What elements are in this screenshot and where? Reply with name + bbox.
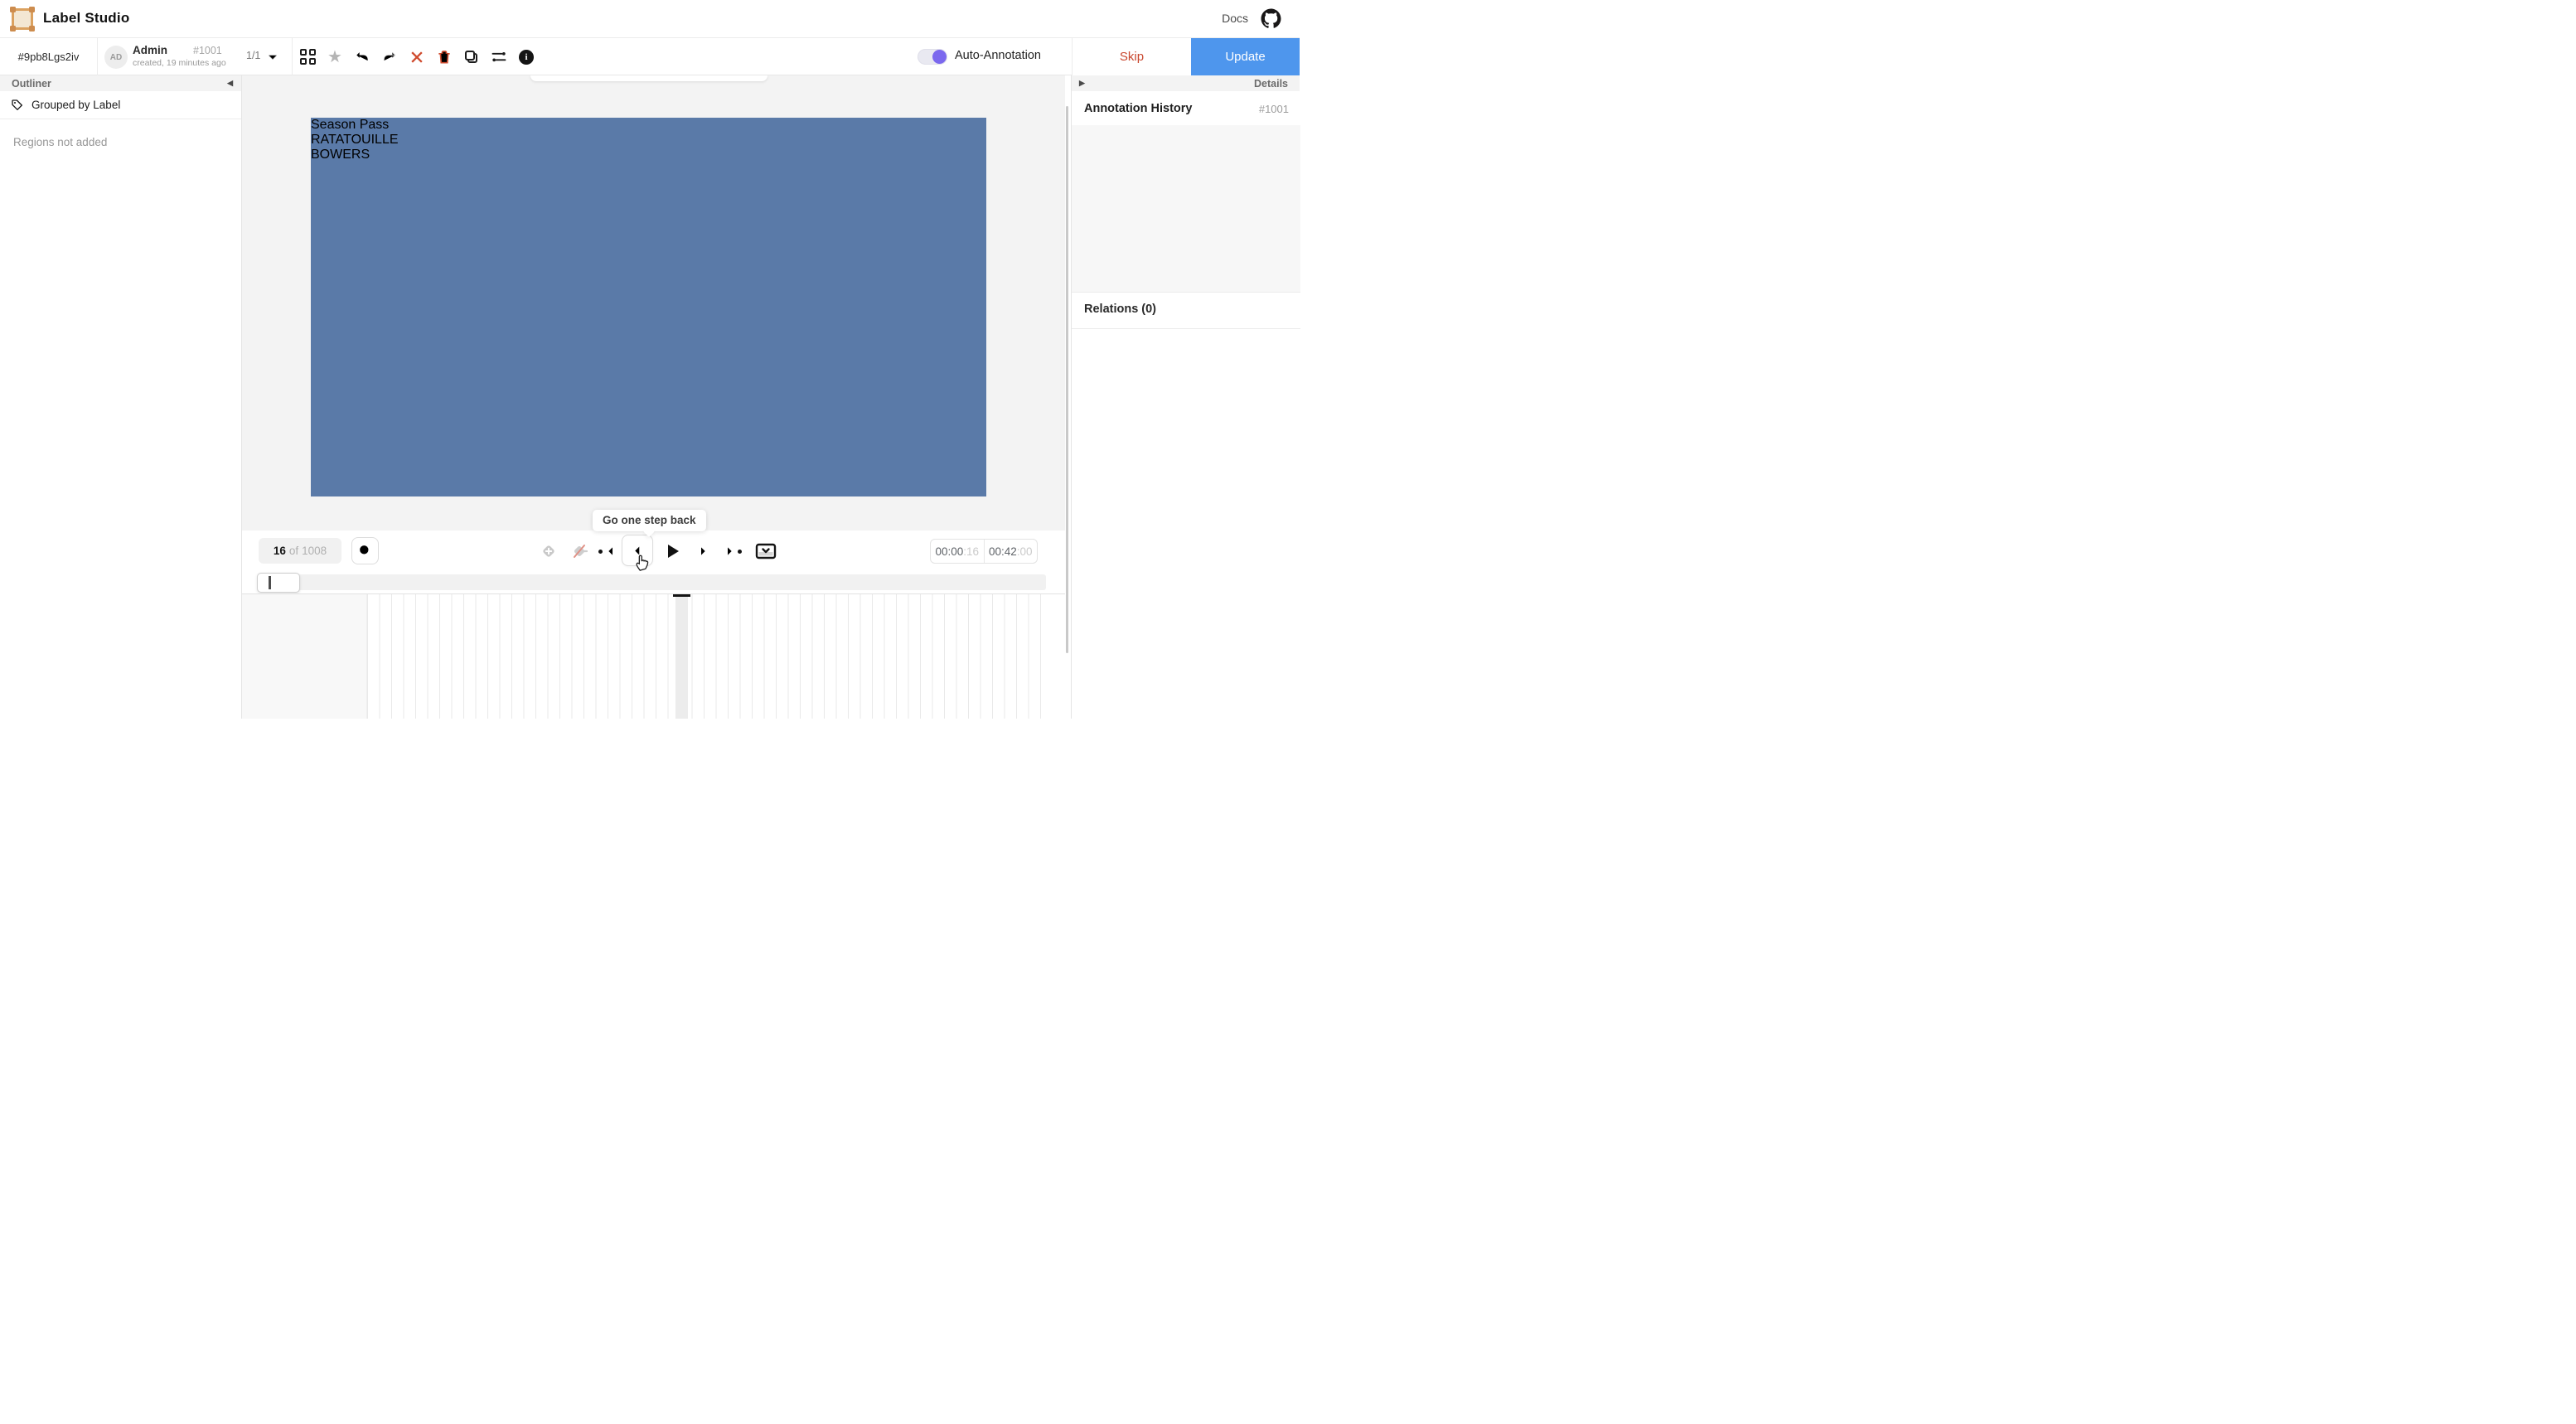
seek-row <box>242 572 1065 593</box>
timeline-playhead-marker[interactable] <box>673 594 690 597</box>
video-controls: 16 of 1008 <box>242 530 1065 572</box>
tag-icon <box>11 99 24 112</box>
frame-counter[interactable]: 16 of 1008 <box>259 538 341 564</box>
seek-position-caret <box>269 576 271 589</box>
annotation-history-row: Annotation History #1001 <box>1072 91 1300 115</box>
badge-line1: Season <box>311 118 356 132</box>
github-icon[interactable] <box>1261 8 1281 29</box>
reject-icon[interactable] <box>409 49 425 65</box>
zoom-in-button[interactable] <box>351 537 379 564</box>
auto-annotation-toggle[interactable] <box>918 49 947 65</box>
annotation-toolbar: #9pb8Lgs2iv AD Admin #1001 created, 19 m… <box>0 38 1300 75</box>
task-id-label[interactable]: #9pb8Lgs2iv <box>0 38 97 75</box>
toggle-knob <box>932 50 947 64</box>
outliner-title: Outliner <box>12 78 51 90</box>
time-display: 00:00:16 00:42:00 <box>930 539 1038 564</box>
keyframe-add-button[interactable] <box>536 530 561 572</box>
timeline-label-gutter <box>242 594 367 719</box>
timeline-frame-columns[interactable] <box>367 594 1046 719</box>
details-header: ▶ Details <box>1072 75 1300 91</box>
prev-keyframe-button[interactable] <box>593 530 622 572</box>
group-by-label-text: Grouped by Label <box>31 99 120 111</box>
time-current[interactable]: 00:00:16 <box>931 540 984 563</box>
details-title: Details <box>1254 78 1288 90</box>
vertical-scrollbar[interactable] <box>1066 106 1068 653</box>
update-button[interactable]: Update <box>1191 38 1300 75</box>
grid-view-icon[interactable] <box>299 49 316 65</box>
annotator-name: Admin <box>133 44 167 56</box>
trash-icon[interactable] <box>436 49 453 65</box>
annotation-history-id: #1001 <box>1259 103 1289 115</box>
auto-annotation-label: Auto-Annotation <box>955 49 1041 62</box>
docs-link[interactable]: Docs <box>1222 12 1248 25</box>
annotation-pager: 1/1 <box>246 50 260 61</box>
avatar[interactable]: AD <box>104 46 128 69</box>
app-title: Label Studio <box>43 10 129 27</box>
frame-total: 1008 <box>302 545 327 557</box>
outliner-header: Outliner ◀ <box>0 75 241 91</box>
divider <box>1072 328 1300 329</box>
undo-icon[interactable] <box>354 49 370 65</box>
video-season-pass-badge: Season Pass RATATOUILLEBOWERS <box>311 118 399 162</box>
skip-button[interactable]: Skip <box>1072 38 1191 75</box>
app-header: Label Studio Docs <box>0 0 1300 38</box>
star-icon[interactable]: ★ <box>327 49 343 65</box>
relations-title: Relations (0) <box>1084 303 1156 316</box>
regions-empty-text: Regions not added <box>0 119 241 148</box>
seek-track[interactable] <box>257 574 1046 590</box>
frames-config-button[interactable] <box>749 530 782 572</box>
annotation-id: #1001 <box>193 45 222 56</box>
collapse-right-icon[interactable]: ▶ <box>1079 79 1085 88</box>
keyframe-interpolation-button[interactable] <box>565 530 593 572</box>
step-forward-button[interactable] <box>690 530 716 572</box>
relations-icon[interactable] <box>491 49 507 65</box>
divider <box>97 38 98 75</box>
frames-timeline[interactable] <box>242 593 1065 719</box>
label-studio-logo-icon[interactable] <box>12 8 33 30</box>
collapse-left-icon[interactable]: ◀ <box>227 79 233 88</box>
annotation-history-title: Annotation History <box>1084 102 1193 115</box>
divider <box>292 38 293 75</box>
time-total[interactable]: 00:42:00 <box>984 540 1038 563</box>
badge-line2: Pass <box>360 118 390 132</box>
divider <box>1072 292 1300 293</box>
annotation-history-panel <box>1072 125 1300 292</box>
timeline-playhead-column[interactable] <box>675 594 688 719</box>
info-icon[interactable]: i <box>518 49 535 65</box>
annotation-workspace: Season Pass RATATOUILLEBOWERS Go one ste… <box>242 75 1065 719</box>
floating-toolbar-edge <box>530 75 767 81</box>
chevron-down-icon[interactable] <box>265 50 280 65</box>
mouse-cursor <box>633 552 651 572</box>
group-by-label-selector[interactable]: Grouped by Label <box>0 91 241 119</box>
redo-icon[interactable] <box>381 49 398 65</box>
outliner-panel: Outliner ◀ Grouped by Label Regions not … <box>0 75 242 719</box>
frame-current[interactable]: 16 <box>274 545 286 557</box>
next-keyframe-button[interactable] <box>718 530 746 572</box>
tooltip: Go one step back <box>593 510 706 531</box>
seek-handle[interactable] <box>257 573 300 593</box>
video-stage: Season Pass RATATOUILLEBOWERS Go one ste… <box>242 75 1065 530</box>
annotation-created: created, 19 minutes ago <box>133 58 226 68</box>
duplicate-icon[interactable] <box>463 49 480 65</box>
play-button[interactable] <box>656 530 688 572</box>
details-panel: ▶ Details Annotation History #1001 Relat… <box>1071 75 1300 719</box>
video-frame[interactable]: Season Pass RATATOUILLEBOWERS <box>311 118 986 496</box>
